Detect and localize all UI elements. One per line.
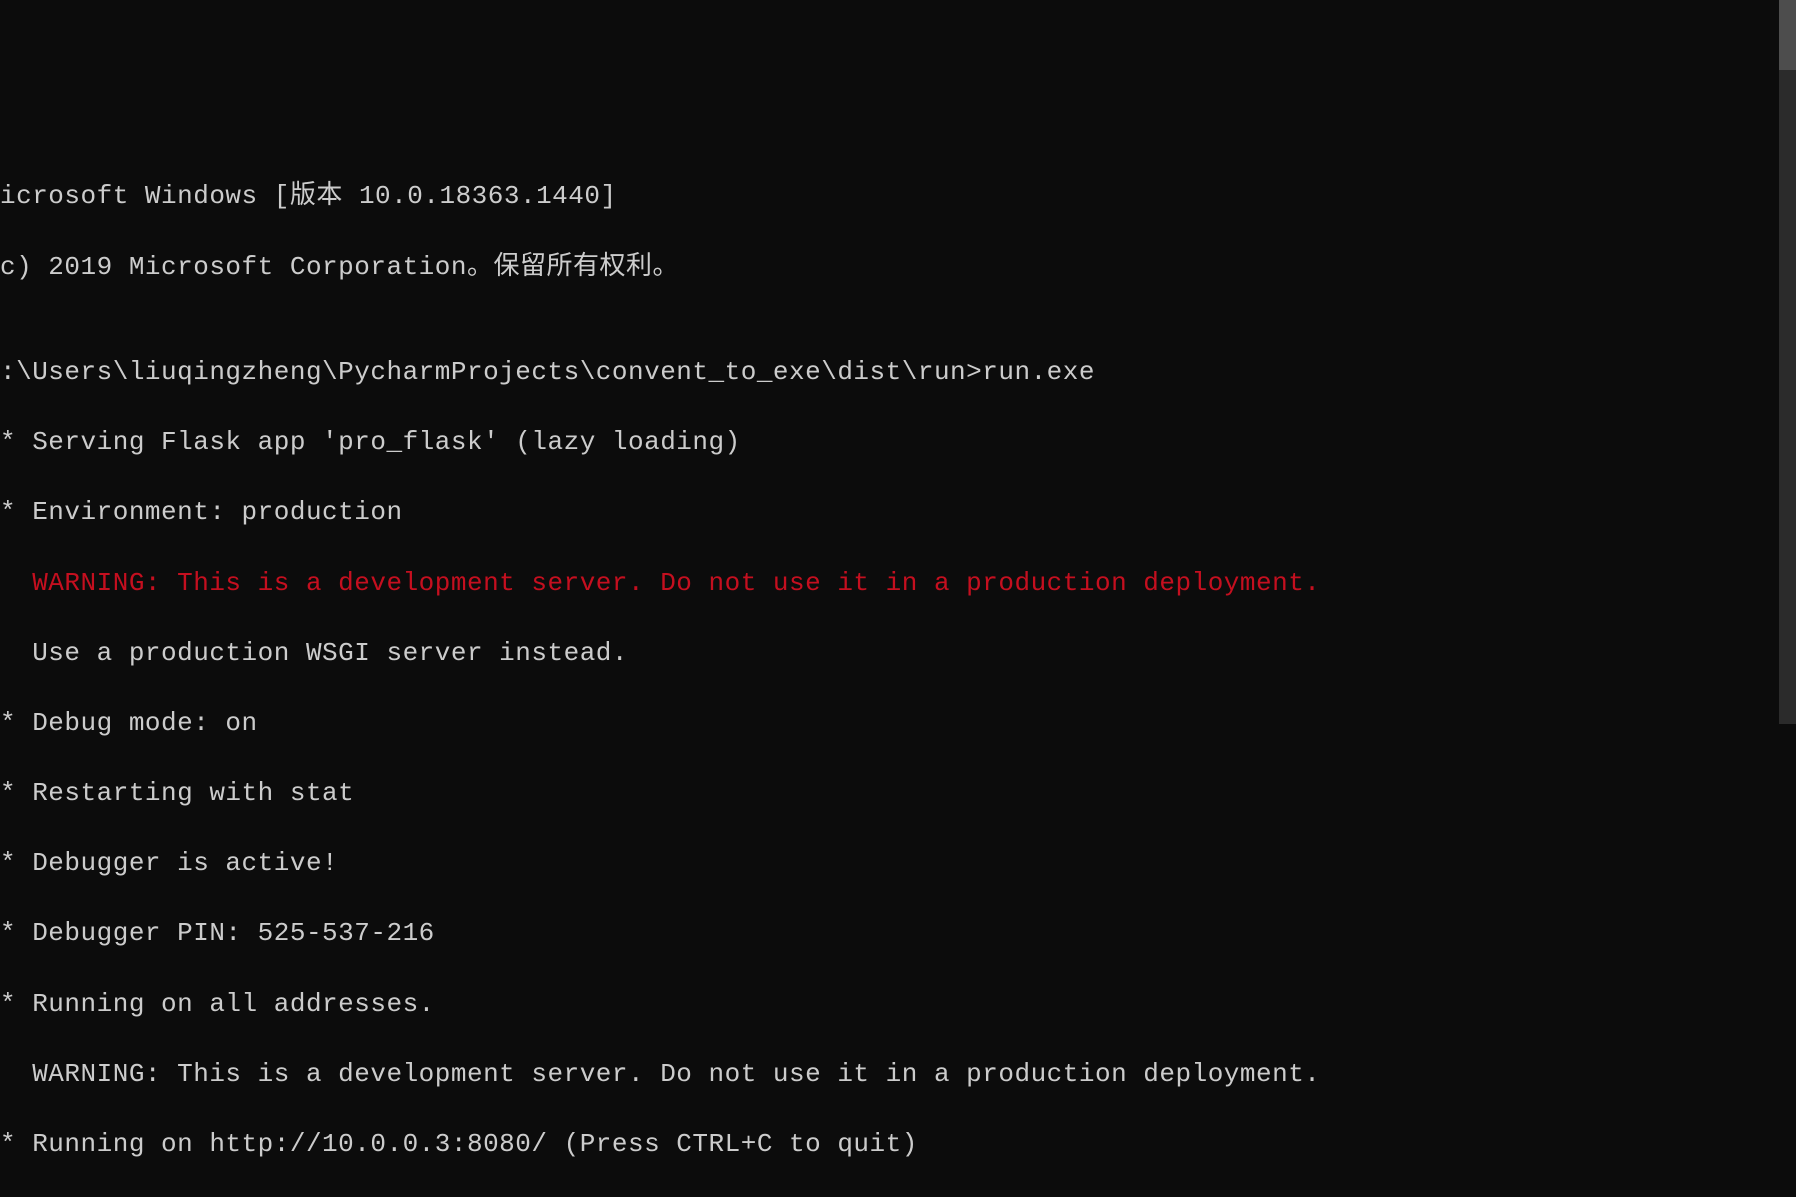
terminal-line: * Running on http://10.0.0.3:8080/ (Pres… [0,1127,1796,1162]
terminal-line: * Serving Flask app 'pro_flask' (lazy lo… [0,425,1796,460]
terminal-line: WARNING: This is a development server. D… [0,1057,1796,1092]
terminal-line: Use a production WSGI server instead. [0,636,1796,671]
terminal-line: icrosoft Windows [版本 10.0.18363.1440] [0,179,1796,214]
terminal-line: * Environment: production [0,495,1796,530]
terminal-line: c) 2019 Microsoft Corporation。保留所有权利。 [0,250,1796,285]
terminal-warning-line: WARNING: This is a development server. D… [0,566,1796,601]
terminal-line: * Debugger is active! [0,846,1796,881]
scrollbar-track[interactable] [1779,0,1796,724]
terminal-line: * Debug mode: on [0,706,1796,741]
terminal-line: * Restarting with stat [0,776,1796,811]
terminal-output[interactable]: icrosoft Windows [版本 10.0.18363.1440] c)… [0,144,1796,864]
scrollbar-thumb[interactable] [1779,0,1796,70]
terminal-line: * Running on all addresses. [0,987,1796,1022]
terminal-prompt-line: :\Users\liuqingzheng\PycharmProjects\con… [0,355,1796,390]
terminal-line: * Debugger PIN: 525-537-216 [0,916,1796,951]
